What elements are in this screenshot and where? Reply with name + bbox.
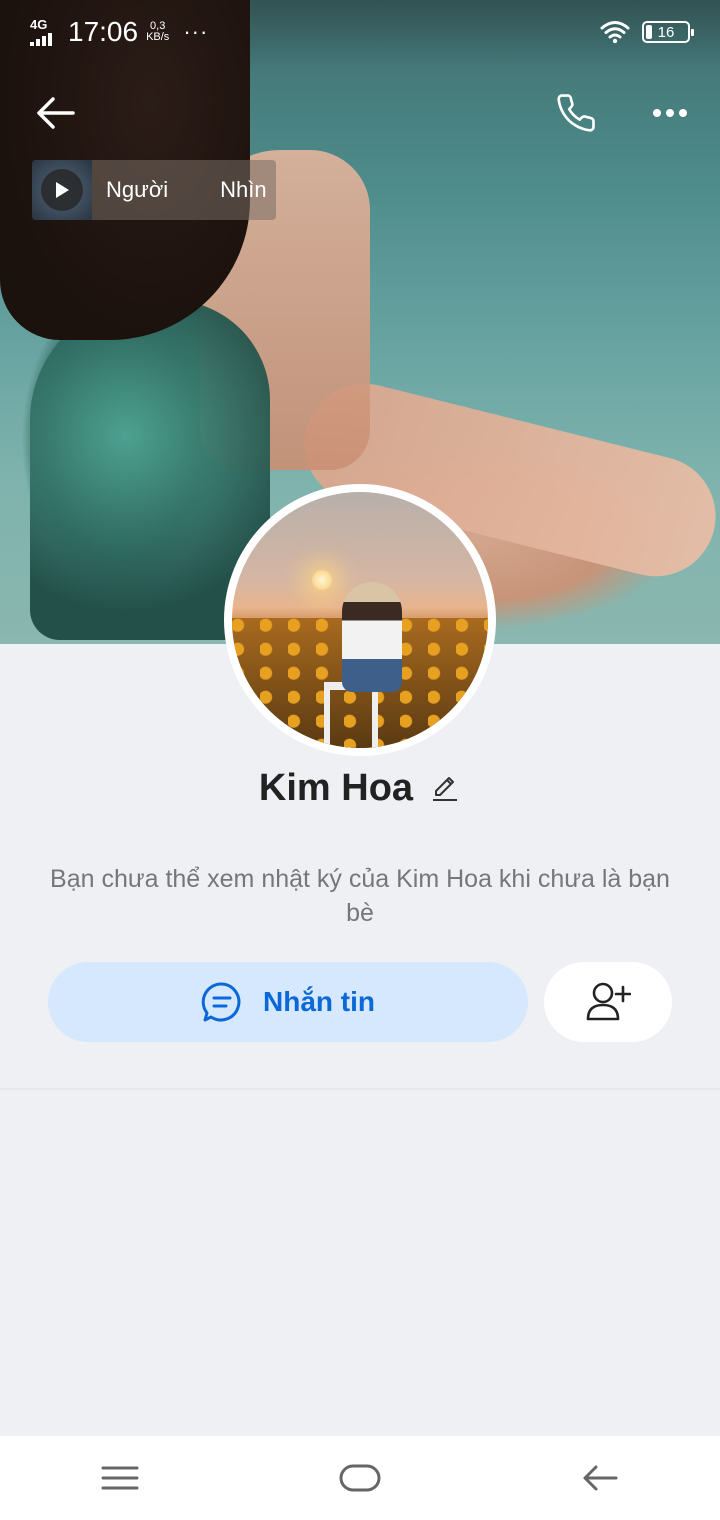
chat-bubble-icon bbox=[201, 982, 241, 1022]
signal-icon bbox=[30, 32, 54, 46]
battery-icon: 16 bbox=[642, 21, 694, 43]
more-horizontal-icon bbox=[653, 109, 687, 117]
section-divider bbox=[0, 1088, 720, 1090]
home-button[interactable] bbox=[320, 1448, 400, 1508]
back-icon bbox=[583, 1465, 618, 1491]
avatar-photo bbox=[232, 492, 488, 748]
avatar[interactable] bbox=[224, 484, 496, 756]
network-type: 4G bbox=[30, 16, 48, 32]
add-user-icon bbox=[586, 982, 631, 1021]
menu-icon bbox=[101, 1466, 139, 1490]
profile-music-chip[interactable]: Người Nhìn bbox=[32, 160, 276, 220]
more-options-button[interactable] bbox=[640, 88, 700, 138]
system-navigation-bar bbox=[0, 1436, 720, 1520]
send-message-label: Nhắn tin bbox=[263, 986, 375, 1017]
system-back-button[interactable] bbox=[560, 1448, 640, 1508]
recent-apps-button[interactable] bbox=[80, 1448, 160, 1508]
edit-name-button[interactable] bbox=[429, 772, 461, 804]
music-title-marquee: Người Nhìn bbox=[106, 177, 276, 203]
network-indicator: 4G bbox=[30, 16, 54, 46]
music-title-part: Người bbox=[106, 177, 169, 202]
speed-unit: KB/s bbox=[146, 31, 170, 43]
music-title-part: Nhìn bbox=[220, 177, 267, 202]
status-time: 17:06 bbox=[68, 16, 139, 47]
diary-restricted-notice: Bạn chưa thể xem nhật ký của Kim Hoa khi… bbox=[50, 865, 670, 927]
profile-name-row: Kim Hoa bbox=[0, 762, 720, 814]
back-button[interactable] bbox=[30, 88, 80, 138]
arrow-left-icon bbox=[37, 97, 75, 129]
home-icon bbox=[339, 1464, 381, 1492]
send-message-button[interactable]: Nhắn tin bbox=[48, 962, 528, 1042]
profile-name: Kim Hoa bbox=[258, 766, 414, 809]
network-speed: 0,3 KB/s bbox=[146, 21, 169, 43]
play-icon bbox=[41, 169, 83, 211]
notification-more: ··· bbox=[183, 19, 209, 44]
status-bar: 4G 17:06 0,3 KB/s ··· 16 bbox=[0, 0, 720, 64]
call-button[interactable] bbox=[550, 88, 602, 138]
battery-level: 16 bbox=[657, 23, 675, 41]
pencil-icon bbox=[433, 777, 458, 801]
wifi-icon bbox=[600, 21, 630, 44]
phone-icon bbox=[557, 94, 595, 132]
music-thumbnail bbox=[32, 160, 92, 220]
add-friend-button[interactable] bbox=[544, 962, 672, 1042]
